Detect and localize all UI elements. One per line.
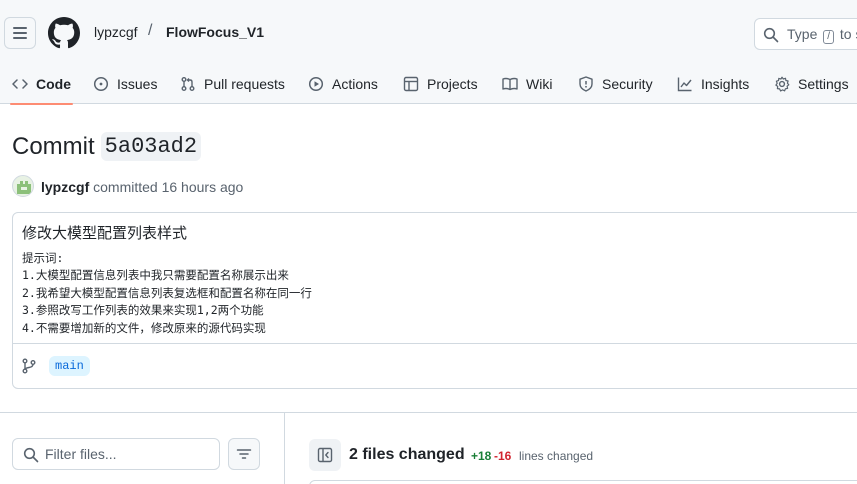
repo-link[interactable]: FlowFocus_V1	[166, 24, 264, 40]
commit-branch-row: main	[13, 343, 857, 389]
files-changed-count: 2 files changed	[349, 446, 465, 463]
tab-label: Pull requests	[204, 76, 285, 92]
global-header: lypzcgf / FlowFocus_V1 Type / to s	[0, 0, 857, 64]
issue-icon	[93, 76, 109, 92]
filter-options-button[interactable]	[228, 438, 260, 470]
tab-settings[interactable]: Settings	[774, 64, 849, 104]
pull-request-icon	[181, 77, 195, 91]
commit-message-box: 修改大模型配置列表样式 提示词: 1.大模型配置信息列表中我只需要配置名称展示出…	[12, 212, 857, 389]
filter-files-field[interactable]	[12, 438, 220, 470]
file-diff-container	[309, 480, 857, 484]
branch-badge[interactable]: main	[49, 356, 90, 376]
search-icon	[23, 447, 39, 463]
tab-label: Wiki	[526, 76, 553, 92]
tab-label: Insights	[701, 76, 750, 92]
lines-changed-label: lines changed	[519, 449, 594, 463]
global-search[interactable]: Type / to s	[754, 18, 857, 50]
book-icon	[502, 77, 518, 91]
search-hint: Type / to s	[787, 26, 857, 44]
page-title: Commit 5a03ad2	[12, 132, 202, 161]
gear-icon	[775, 76, 790, 92]
commit-meta: lypzcgf committed 16 hours ago	[41, 179, 243, 195]
owner-link[interactable]: lypzcgf	[94, 24, 138, 40]
table-icon	[403, 76, 419, 92]
tab-projects[interactable]: Projects	[403, 64, 478, 104]
play-icon	[308, 76, 324, 92]
menu-line	[13, 37, 27, 39]
tab-insights[interactable]: Insights	[677, 64, 749, 104]
filter-icon	[236, 449, 252, 459]
tab-label: Issues	[117, 76, 158, 92]
search-suffix: to s	[839, 26, 857, 42]
code-icon	[12, 79, 28, 89]
repo-nav: Code Issues Pull requests Actions Projec…	[0, 64, 857, 105]
toggle-file-tree-button[interactable]	[309, 439, 341, 471]
tab-issues[interactable]: Issues	[93, 64, 157, 104]
shield-icon	[579, 76, 593, 92]
search-icon	[763, 27, 779, 43]
tab-label: Security	[602, 76, 653, 92]
graph-icon	[677, 77, 692, 92]
commit-title-label: Commit	[12, 132, 95, 160]
menu-button[interactable]	[4, 17, 36, 49]
tab-label: Code	[36, 76, 71, 92]
filter-files-input[interactable]	[45, 444, 213, 464]
commit-sha[interactable]: 5a03ad2	[100, 132, 202, 161]
commit-time: committed 16 hours ago	[93, 179, 244, 195]
sidebar-collapse-icon	[317, 447, 333, 463]
tab-code[interactable]: Code	[10, 64, 73, 105]
search-shortcut-key: /	[823, 30, 835, 44]
tab-label: Projects	[427, 76, 478, 92]
tab-pull-requests[interactable]: Pull requests	[180, 64, 285, 104]
sidebar-divider	[284, 413, 285, 484]
commit-message-body: 提示词: 1.大模型配置信息列表中我只需要配置名称展示出来 2.我希望大模型配置…	[22, 251, 312, 335]
path-separator: /	[148, 22, 153, 39]
tab-wiki[interactable]: Wiki	[502, 64, 552, 104]
github-logo-icon[interactable]	[48, 17, 80, 49]
author-link[interactable]: lypzcgf	[41, 179, 89, 195]
search-prefix: Type	[787, 26, 818, 42]
menu-line	[13, 32, 27, 34]
identicon-icon	[17, 181, 31, 194]
tab-security[interactable]: Security	[578, 64, 653, 104]
git-branch-icon	[22, 358, 36, 374]
deletions-count: -16	[494, 449, 512, 463]
section-divider	[0, 412, 857, 413]
tab-label: Actions	[332, 76, 378, 92]
additions-count: +18	[471, 449, 492, 463]
tab-actions[interactable]: Actions	[308, 64, 378, 104]
menu-line	[13, 27, 27, 29]
avatar[interactable]	[12, 175, 34, 197]
tab-label: Settings	[798, 76, 849, 92]
commit-message-title: 修改大模型配置列表样式	[22, 225, 188, 242]
